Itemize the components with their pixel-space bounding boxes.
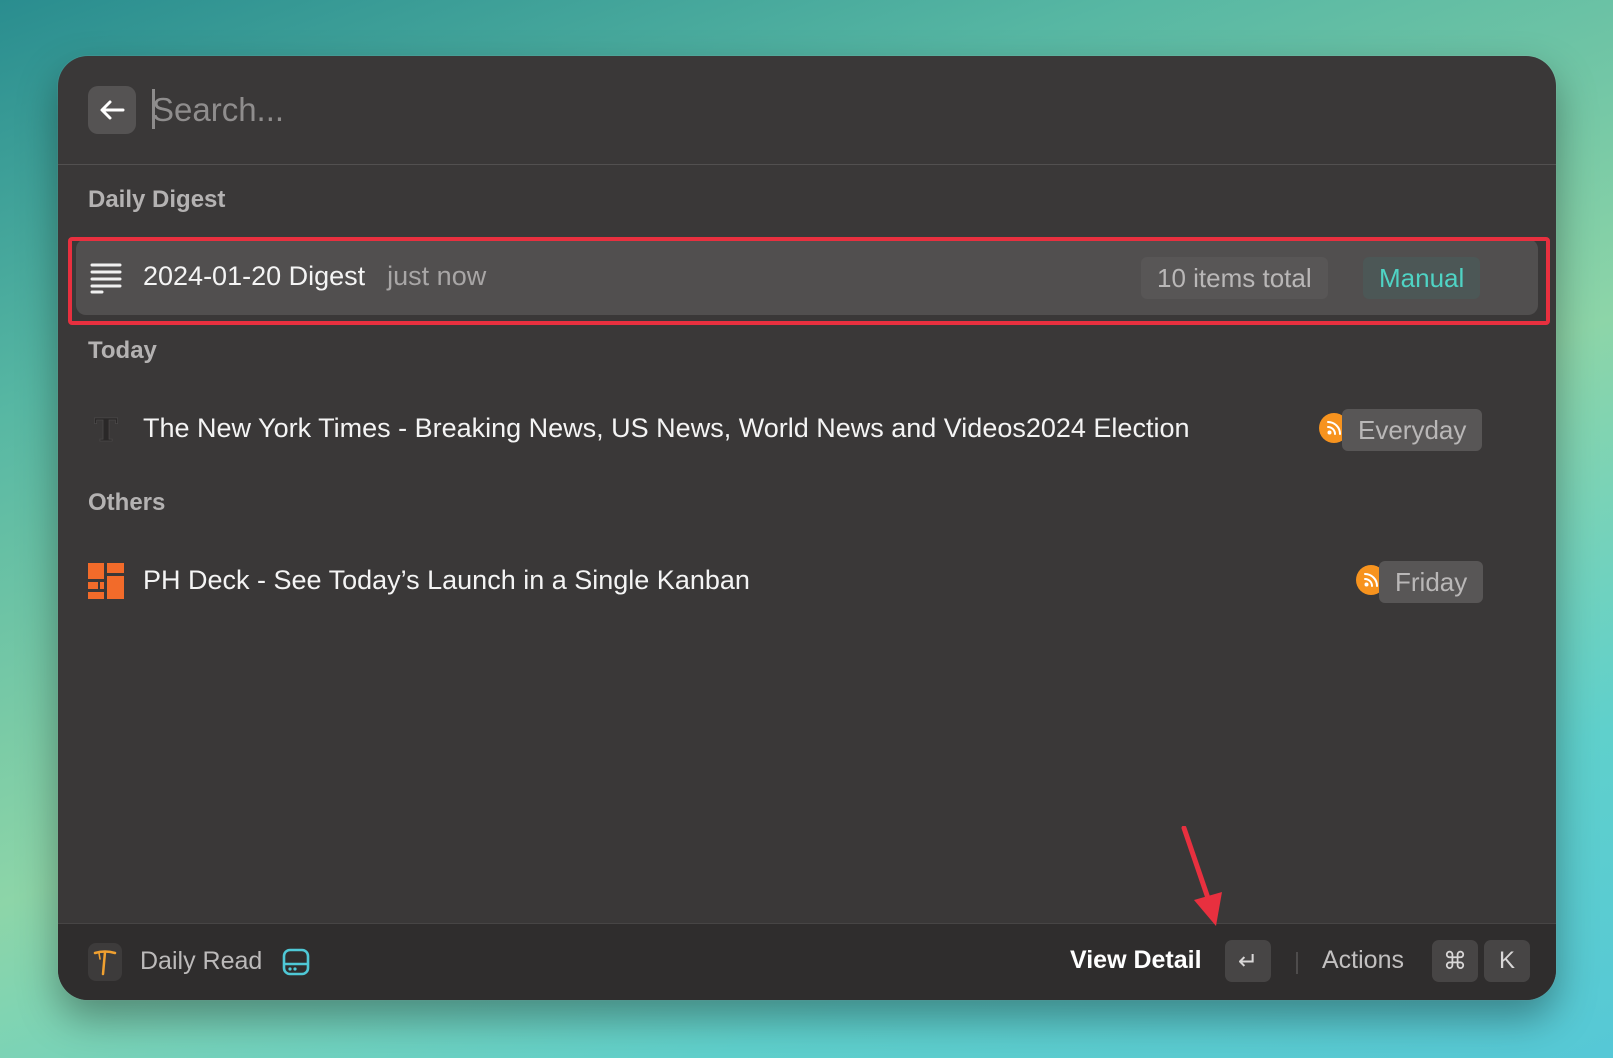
digest-title: 2024-01-20 Digest	[143, 261, 366, 291]
list-item-nyt[interactable]: T The New York Times - Breaking News, US…	[76, 391, 1538, 467]
divider	[1296, 952, 1298, 974]
enter-key-icon: ↵	[1225, 940, 1271, 982]
actions-button[interactable]: Actions	[1322, 946, 1404, 975]
schedule-badge-friday: Friday	[1379, 561, 1484, 603]
ph-deck-logo-icon	[88, 563, 124, 599]
command-key-icon: ⌘	[1432, 940, 1478, 982]
item-count-badge: 10 items total	[1141, 257, 1328, 299]
section-title-daily-digest: Daily Digest	[88, 186, 226, 213]
item-title: 2024-01-20 Digest just now	[143, 261, 486, 292]
search-bar	[58, 56, 1556, 165]
lines-list-icon	[90, 263, 122, 294]
view-detail-button[interactable]: View Detail	[1070, 946, 1202, 975]
list-item-digest[interactable]: 2024-01-20 Digest just now 10 items total…	[76, 239, 1538, 315]
nyt-logo-icon: T	[94, 411, 119, 447]
section-title-today: Today	[88, 337, 157, 364]
ph-deck-title: PH Deck - See Today’s Launch in a Single…	[143, 565, 750, 595]
k-key-icon: K	[1484, 940, 1530, 982]
back-button[interactable]	[88, 86, 136, 134]
daily-read-logo-icon	[88, 943, 122, 981]
launcher-window: Daily Digest 2024-01-20 Digest just now 1…	[58, 56, 1556, 1000]
hard-drive-icon[interactable]	[280, 946, 312, 978]
svg-text:T: T	[94, 411, 118, 447]
section-title-others: Others	[88, 489, 166, 516]
action-bar: Daily Read View Detail ↵ Actions ⌘ K	[58, 923, 1556, 1000]
nyt-title: The New York Times - Breaking News, US N…	[143, 413, 1190, 443]
arrow-left-icon	[100, 100, 125, 120]
schedule-badge-everyday: Everyday	[1342, 409, 1483, 451]
manual-badge: Manual	[1363, 257, 1481, 299]
digest-timestamp: just now	[387, 261, 487, 291]
app-name: Daily Read	[140, 947, 263, 975]
search-input[interactable]	[152, 82, 1452, 138]
list-item-ph-deck[interactable]: PH Deck - See Today’s Launch in a Single…	[76, 543, 1538, 619]
